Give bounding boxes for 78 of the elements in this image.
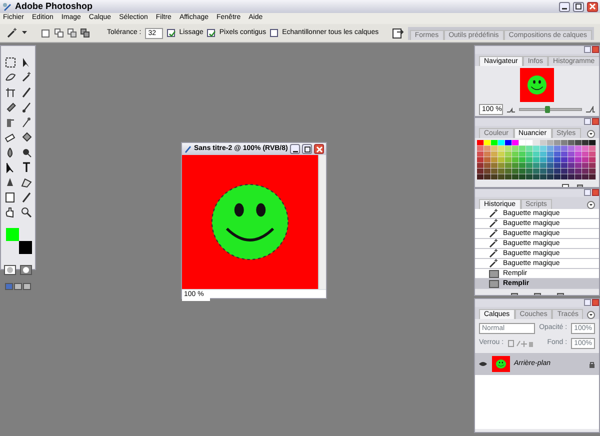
foreground-color-swatch[interactable] <box>6 228 19 241</box>
checkmark-icon <box>168 30 176 38</box>
eye-icon[interactable] <box>479 361 487 367</box>
checkmark-icon <box>208 30 216 38</box>
maximize-icon <box>575 3 582 10</box>
vertical-scrollbar[interactable] <box>318 155 326 289</box>
palette-well-icon[interactable] <box>392 27 404 39</box>
zoom-out-icon[interactable] <box>507 106 515 112</box>
magic-wand-icon[interactable] <box>6 27 18 39</box>
standard-mode-button[interactable] <box>4 263 16 276</box>
layer-thumbnail <box>492 356 510 372</box>
app-icon <box>2 2 12 12</box>
magic-wand-icon <box>489 259 499 268</box>
lock-options-icon <box>508 340 534 347</box>
tool-icon <box>20 161 33 174</box>
checkbox[interactable] <box>270 28 278 37</box>
tool-icon <box>4 56 17 69</box>
standard-mode-icon <box>4 264 16 274</box>
magic-wand-icon <box>489 249 499 258</box>
tool-icon <box>20 191 33 204</box>
tool-button[interactable] <box>20 191 33 204</box>
selection-mode-button[interactable] <box>65 26 78 40</box>
tool-button[interactable] <box>20 161 33 174</box>
close-button[interactable] <box>314 144 324 154</box>
swatch-grid[interactable] <box>477 140 597 180</box>
tool-button[interactable] <box>20 176 33 189</box>
tool-icon <box>4 116 17 129</box>
close-icon <box>316 146 322 152</box>
tool-icon <box>20 131 33 144</box>
tool-icon <box>20 101 33 114</box>
tool-button[interactable] <box>20 86 33 99</box>
background-color-swatch[interactable] <box>19 241 32 254</box>
tool-icon <box>20 206 33 219</box>
screen-mode-button[interactable] <box>13 280 22 293</box>
magic-wand-icon <box>489 229 499 238</box>
tool-button[interactable] <box>20 146 33 159</box>
selection-mode-button[interactable] <box>78 26 91 40</box>
panel-menu-icon[interactable] <box>587 201 595 209</box>
maximize-icon <box>304 146 310 152</box>
panel-menu-icon[interactable] <box>587 311 595 319</box>
tool-button[interactable] <box>20 206 33 219</box>
tool-icon <box>20 176 33 189</box>
tool-icon <box>4 86 17 99</box>
quick-mask-icon <box>20 264 32 274</box>
maximize-button[interactable] <box>573 2 584 12</box>
navigator-preview <box>519 68 555 102</box>
close-icon <box>589 3 596 10</box>
zoom-slider-thumb[interactable] <box>545 106 550 113</box>
close-button[interactable] <box>587 2 598 12</box>
tool-icon <box>20 116 33 129</box>
tool-button[interactable] <box>4 191 17 204</box>
magic-wand-icon <box>489 239 499 248</box>
tool-button[interactable] <box>20 71 33 84</box>
tool-icon <box>20 71 33 84</box>
maximize-button[interactable] <box>302 144 312 154</box>
tool-button[interactable] <box>20 116 33 129</box>
magic-wand-icon <box>489 219 499 228</box>
tool-icon <box>20 86 33 99</box>
selection-mode-button[interactable] <box>52 26 65 40</box>
minimize-button[interactable] <box>559 2 570 12</box>
tool-button[interactable] <box>4 56 17 69</box>
tool-icon <box>20 146 33 159</box>
tool-icon <box>4 191 17 204</box>
selection-mode-button[interactable] <box>39 26 52 40</box>
tool-button[interactable] <box>4 86 17 99</box>
panel-menu-icon[interactable] <box>587 130 595 138</box>
caret-icon[interactable] <box>22 31 27 35</box>
tool-button[interactable] <box>20 101 33 114</box>
checkbox[interactable] <box>207 28 216 37</box>
magic-wand-icon <box>489 209 499 218</box>
checkbox[interactable] <box>167 28 176 37</box>
zoom-in-icon[interactable] <box>586 106 595 113</box>
screen-mode-button[interactable] <box>22 280 31 293</box>
minimize-button[interactable] <box>290 144 300 154</box>
lock-icon <box>589 360 595 368</box>
tool-button[interactable] <box>20 131 33 144</box>
quick-mask-button[interactable] <box>20 263 32 276</box>
window-title: Adobe Photoshop <box>15 1 94 12</box>
